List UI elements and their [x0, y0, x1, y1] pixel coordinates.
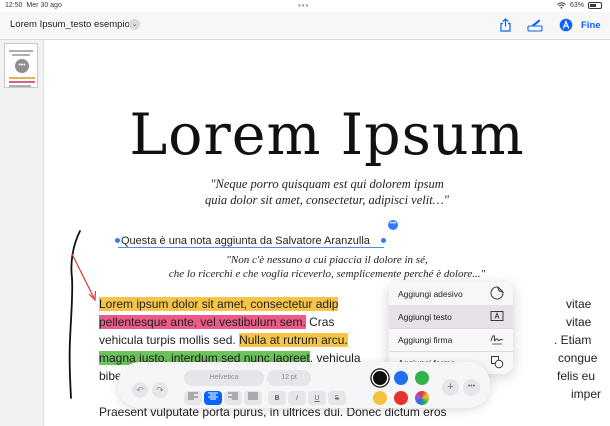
- signature-icon: [490, 335, 504, 345]
- quote-1-line-2: quia dolor sit amet, consectetur, adipis…: [204, 193, 450, 207]
- wifi-icon: [557, 2, 566, 9]
- status-date: Mer 30 ago: [26, 2, 62, 9]
- document-headline: Lorem Ipsum: [129, 102, 525, 168]
- annotation-options-icon[interactable]: •••: [388, 220, 398, 230]
- align-right-button[interactable]: [224, 391, 242, 405]
- menu-item-label: Aggiungi firma: [398, 335, 453, 345]
- menu-item-add-text[interactable]: Aggiungi testo: [389, 305, 513, 328]
- add-icon[interactable]: +: [442, 379, 459, 396]
- quote-2-line-2: che lo ricerchi e che voglia riceverlo, …: [168, 268, 486, 280]
- align-left-icon: [188, 392, 198, 400]
- color-blue-swatch[interactable]: [394, 371, 408, 385]
- selection-handle-left[interactable]: [115, 238, 120, 243]
- font-family-picker[interactable]: Helvetica: [184, 370, 264, 386]
- redo-icon[interactable]: ↷: [152, 382, 168, 398]
- body-text: vehicula turpis mollis sed.: [99, 333, 240, 347]
- text-box-icon: [490, 311, 504, 321]
- body-text: Cras: [305, 315, 335, 329]
- menu-item-label: Aggiungi testo: [398, 312, 452, 322]
- text-format-toolbar: ↶ ↷ Helvetica 12 pt B I U S + •••: [118, 362, 490, 408]
- italic-button[interactable]: I: [288, 391, 306, 405]
- more-icon[interactable]: •••: [463, 379, 480, 396]
- quote-block-2: "Non c'è nessuno a cui piaccia il dolore…: [44, 253, 610, 281]
- status-time: 12:50: [5, 2, 23, 9]
- body-line-end: vitae: [566, 315, 592, 329]
- status-indicators: 63%: [557, 2, 602, 9]
- highlight-yellow[interactable]: Lorem ipsum dolor sit amet, consectetur …: [99, 297, 339, 311]
- page-thumbnails-sidebar: •••: [0, 40, 44, 426]
- add-annotation-menu: Aggiungi adesivo Aggiungi testo Aggiungi…: [389, 282, 513, 374]
- status-time-date: 12:50 Mer 30 ago: [5, 2, 62, 9]
- body-line-end: congue: [558, 351, 598, 365]
- sticker-icon: [490, 286, 504, 300]
- selection-handle-right[interactable]: [381, 238, 386, 243]
- font-size-picker[interactable]: 12 pt: [267, 370, 311, 386]
- color-wheel-icon[interactable]: [415, 391, 429, 405]
- color-black-swatch[interactable]: [373, 371, 387, 385]
- markup-pen-icon[interactable]: [527, 18, 543, 32]
- done-button[interactable]: Fine: [581, 20, 601, 31]
- menu-item-label: Aggiungi adesivo: [398, 289, 463, 299]
- text-annotation[interactable]: Questa è una nota aggiunta da Salvatore …: [121, 235, 370, 247]
- menu-item-add-signature[interactable]: Aggiungi firma: [389, 328, 513, 351]
- navigation-bar: Lorem Ipsum_testo esempio ⌄ Fine: [0, 12, 610, 40]
- quote-1-line-1: "Neque porro quisquam est qui dolorem ip…: [210, 177, 444, 191]
- body-line-end: vitae: [566, 297, 592, 311]
- quote-block-1: "Neque porro quisquam est qui dolorem ip…: [44, 176, 610, 208]
- highlight-pink[interactable]: pellentesque ante, vel vestibulum sem.: [99, 315, 306, 329]
- battery-icon: [588, 2, 602, 9]
- share-icon[interactable]: [499, 18, 512, 32]
- multitasking-dots[interactable]: •••: [298, 1, 309, 10]
- align-justify-button[interactable]: [244, 391, 262, 405]
- color-yellow-swatch[interactable]: [373, 391, 387, 405]
- more-icon[interactable]: •••: [15, 59, 29, 73]
- align-center-icon: [208, 392, 218, 400]
- underline-button[interactable]: U: [308, 391, 326, 405]
- align-center-button[interactable]: [204, 391, 222, 405]
- document-title[interactable]: Lorem Ipsum_testo esempio: [10, 19, 130, 30]
- color-red-swatch[interactable]: [394, 391, 408, 405]
- highlight-yellow[interactable]: Nulla at rutrum arcu.: [239, 333, 348, 347]
- body-line-end: . Etiam: [554, 333, 592, 347]
- align-right-icon: [228, 392, 238, 400]
- page-thumbnail[interactable]: •••: [4, 43, 38, 88]
- quote-2-line-1: "Non c'è nessuno a cui piaccia il dolore…: [226, 254, 428, 266]
- bold-button[interactable]: B: [268, 391, 286, 405]
- color-green-swatch[interactable]: [415, 371, 429, 385]
- autofill-icon[interactable]: [559, 18, 573, 32]
- body-line-end: felis eu: [557, 369, 596, 383]
- align-left-button[interactable]: [184, 391, 202, 405]
- undo-icon[interactable]: ↶: [132, 382, 148, 398]
- battery-percent: 63%: [569, 2, 584, 9]
- status-bar: 12:50 Mer 30 ago ••• 63%: [0, 0, 610, 12]
- shapes-icon: [491, 356, 504, 369]
- strikethrough-button[interactable]: S: [328, 391, 346, 405]
- body-line-end: imper: [571, 387, 602, 401]
- menu-item-add-sticker[interactable]: Aggiungi adesivo: [389, 282, 513, 305]
- align-justify-icon: [248, 392, 258, 400]
- chevron-down-icon[interactable]: ⌄: [129, 19, 140, 30]
